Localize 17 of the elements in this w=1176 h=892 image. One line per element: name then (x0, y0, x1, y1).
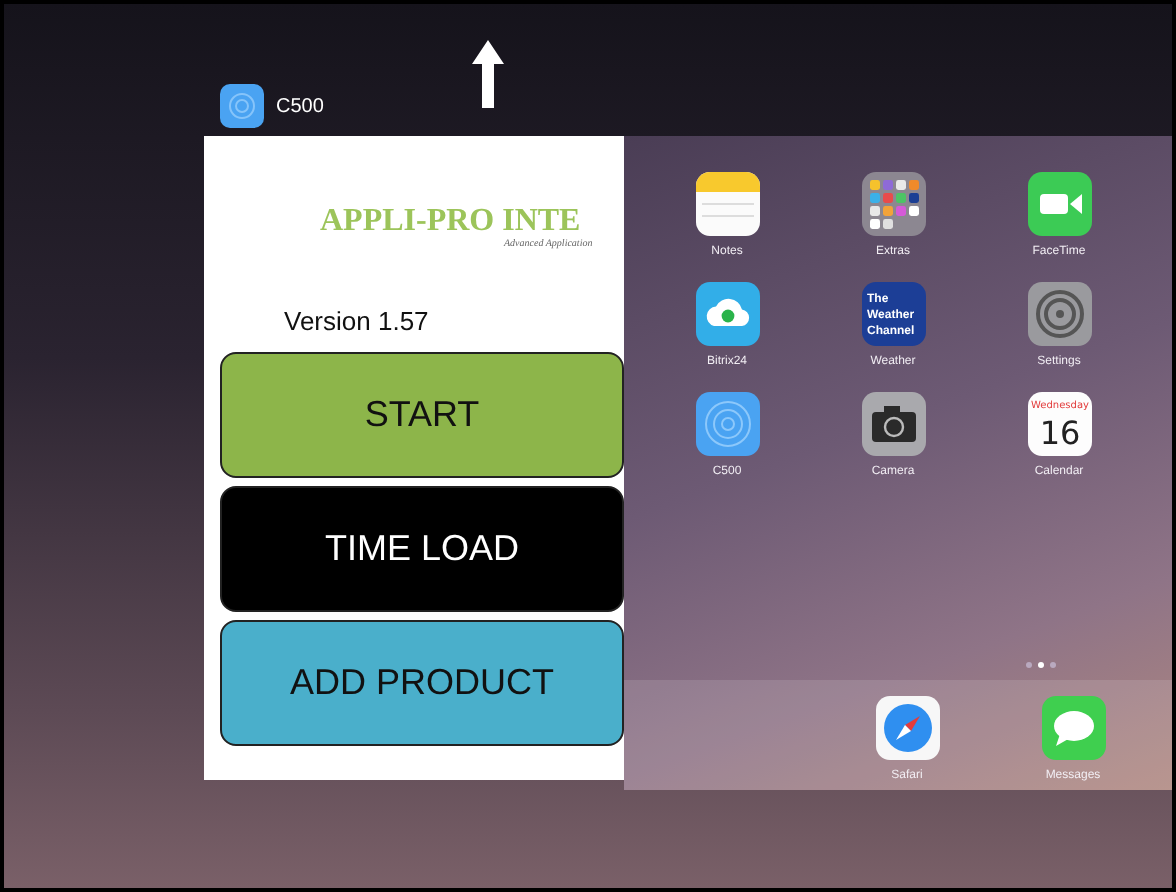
video-camera-icon[interactable] (1027, 172, 1091, 236)
speech-bubble-icon[interactable] (1041, 696, 1105, 760)
app-icon (220, 84, 264, 128)
notepad-icon[interactable] (695, 172, 759, 236)
app-folder-icon[interactable] (861, 172, 925, 236)
action-button[interactable]: TIME LOAD (220, 486, 624, 612)
app-logo-title: APPLI-PRO INTE (320, 204, 583, 239)
action-button[interactable]: ADD PRODUCT (220, 620, 624, 746)
action-button[interactable]: START (220, 352, 624, 478)
cloud-icon[interactable] (695, 282, 759, 346)
app-name: C500 (276, 95, 324, 117)
concentric-circles-icon[interactable] (695, 392, 759, 456)
up-arrow-icon (472, 40, 504, 108)
version-label: Version 1.57 (284, 306, 431, 336)
camera-icon[interactable] (861, 392, 925, 456)
compass-icon[interactable] (875, 696, 939, 760)
settings-icon[interactable] (1027, 282, 1091, 346)
